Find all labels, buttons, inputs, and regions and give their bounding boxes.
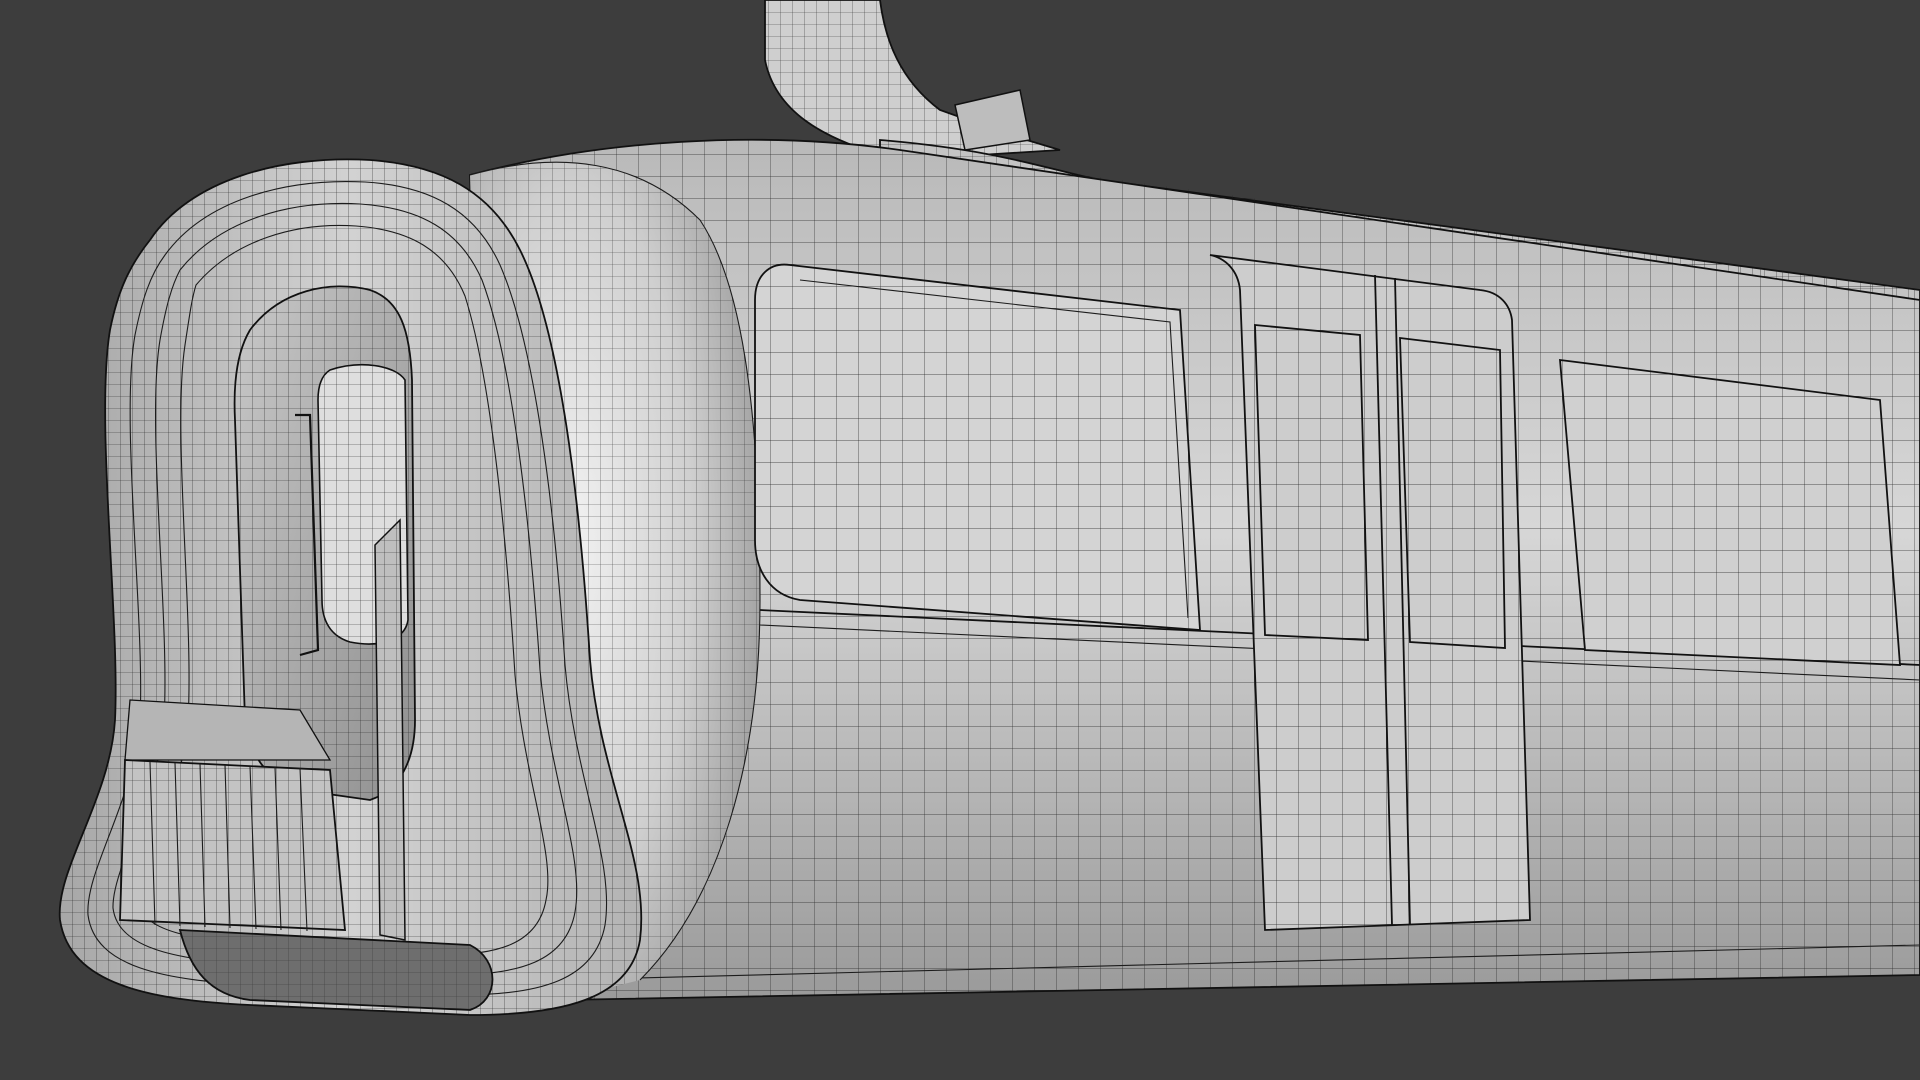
mesh-render — [58, 0, 1920, 1016]
side-window-panel-2 — [1559, 358, 1901, 666]
front-step-ridges — [119, 699, 346, 932]
side-window-panel — [754, 263, 1201, 631]
3d-viewport[interactable] — [0, 0, 1920, 1080]
pantograph-arm — [764, 0, 1061, 161]
